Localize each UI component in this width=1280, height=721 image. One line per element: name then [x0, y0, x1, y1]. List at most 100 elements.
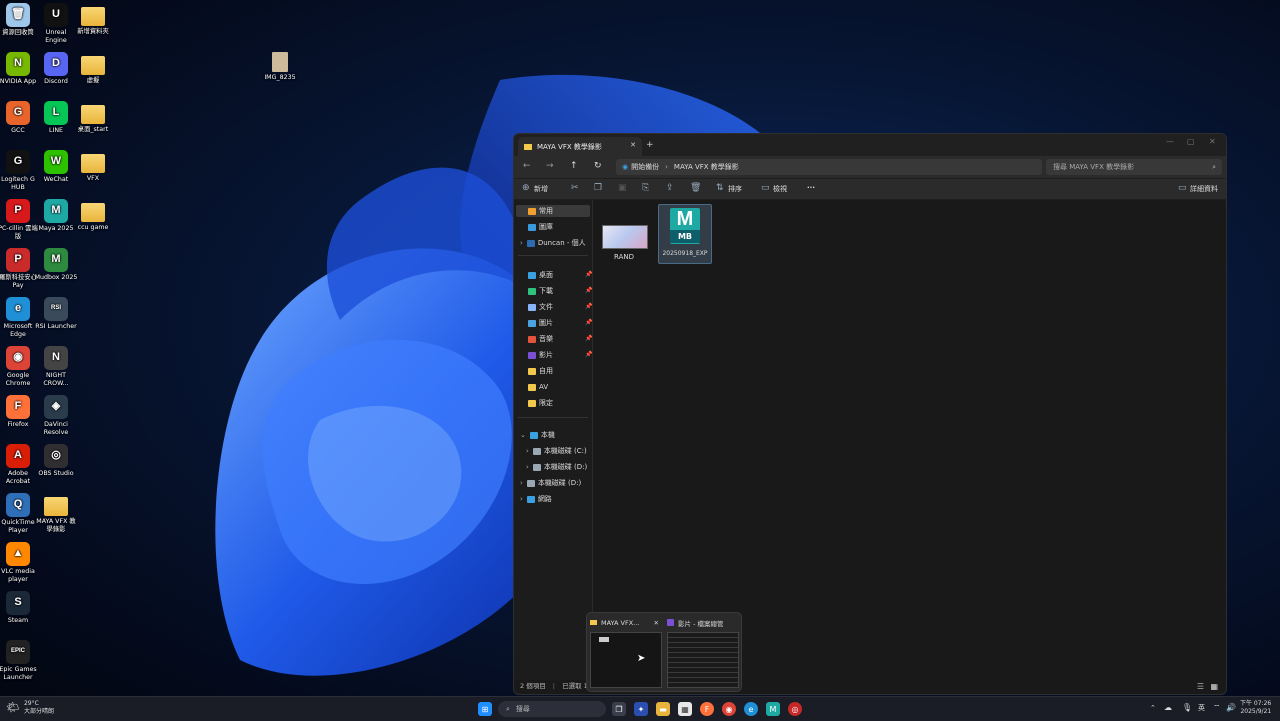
back-arrow-icon[interactable]: ← [523, 161, 531, 171]
chevron-right-icon[interactable]: › [520, 495, 523, 503]
delete-icon[interactable]: 🗑 [690, 183, 701, 193]
nav-item-11[interactable]: 限定 [520, 397, 553, 409]
nav-item-3[interactable]: 桌面 [520, 269, 553, 281]
file-item-maya[interactable]: M MB 20250918_EXP [658, 204, 712, 264]
breadcrumb-current[interactable]: MAYA VFX 教學錄影 [674, 162, 739, 172]
desktop-icon-label: Firefox [7, 421, 29, 428]
file-explorer-icon[interactable]: ▬ [656, 702, 670, 716]
clock[interactable]: 下午 07:26 2025/9/21 [1240, 700, 1271, 716]
desktop-icon-davinci-resolve[interactable]: ◈ DaVinci Resolve [34, 395, 78, 436]
nav-item-0[interactable]: 常用 [516, 205, 590, 217]
weather-widget[interactable]: 🌤 29°C 大部分晴朗 [6, 700, 54, 715]
chrome-icon[interactable]: ◉ [722, 702, 736, 716]
store-icon[interactable]: ▦ [678, 702, 692, 716]
desktop-icon-night-crow-[interactable]: N NIGHT CROW... [34, 346, 78, 387]
onedrive-icon[interactable]: ☁ [1164, 703, 1172, 712]
chevron-right-icon[interactable]: › [520, 239, 523, 247]
desktop-icon-新增資料夾[interactable]: 新增資料夾 [71, 3, 115, 36]
nav-item-4[interactable]: 下載 [520, 285, 553, 297]
details-view-icon[interactable]: ☰ [1197, 682, 1204, 691]
nav-item-6[interactable]: 圖片 [520, 317, 553, 329]
chevron-right-icon[interactable]: › [520, 479, 523, 487]
tiles-view-icon[interactable]: ▦ [1210, 682, 1218, 691]
firefox-icon[interactable]: F [700, 702, 714, 716]
tab-maya-vfx[interactable]: MAYA VFX 教學錄影 ✕ [518, 137, 642, 156]
sort-button[interactable]: 排序 [728, 184, 742, 194]
desktop-icon-steam[interactable]: S Steam [0, 591, 40, 625]
microphone-icon[interactable]: 🎙 [1182, 703, 1192, 712]
volume-icon[interactable]: 🔊 [1226, 703, 1236, 712]
desktop-icon-obs-studio[interactable]: ◎ OBS Studio [34, 444, 78, 478]
desktop-icon-epic-games-launcher[interactable]: EPIC Epic Games Launcher [0, 640, 40, 681]
close-window-icon[interactable]: ✕ [1209, 137, 1216, 146]
more-options-button[interactable]: ··· [807, 184, 815, 192]
desktop-icon-vlc-media-player[interactable]: ▲ VLC media player [0, 542, 40, 583]
forward-arrow-icon[interactable]: → [546, 161, 554, 171]
nav-item-1[interactable]: 圖庫 [520, 221, 553, 233]
desktop-icon-虛擬[interactable]: 虛擬 [71, 52, 115, 85]
desktop-icon-ccu-game[interactable]: ccu game [71, 199, 115, 232]
nav-item-7[interactable]: 音樂 [520, 333, 553, 345]
pin-icon[interactable]: 📌 [585, 271, 592, 278]
copy-icon[interactable]: ❐ [594, 183, 602, 193]
details-button[interactable]: 詳細資料 [1190, 184, 1218, 194]
edge-icon[interactable]: e [744, 702, 758, 716]
cut-icon[interactable]: ✂ [571, 183, 579, 193]
preview-maya-vfx[interactable]: MAYA VFX... ✕ ➤ [590, 616, 662, 688]
app-icon[interactable]: ◎ [788, 702, 802, 716]
wifi-icon[interactable]: ⌔ [1213, 703, 1221, 713]
breadcrumb-separator: › [665, 163, 668, 171]
preview-videos[interactable]: 影片 - 檔案總管 [667, 616, 739, 688]
maya-icon[interactable]: M [766, 702, 780, 716]
breadcrumb-root[interactable]: 開始備份 [631, 162, 659, 172]
desktop-icon-maya-vfx-教學錄影[interactable]: MAYA VFX 教學錄影 [34, 493, 78, 533]
paste-icon[interactable]: ▣ [618, 183, 627, 193]
maximize-icon[interactable]: ▢ [1187, 137, 1195, 146]
nav-item-12[interactable]: ⌄ 本機 [520, 429, 555, 441]
nav-item-14[interactable]: › 本機磁碟 (D:) [526, 461, 587, 473]
nav-item-8[interactable]: 影片 [520, 349, 553, 361]
pin-icon[interactable]: 📌 [585, 287, 592, 294]
view-button[interactable]: 檢視 [773, 184, 787, 194]
up-arrow-icon[interactable]: ↑ [570, 161, 578, 171]
search-input[interactable]: 搜尋 MAYA VFX 教學錄影 [1053, 162, 1134, 172]
nav-item-13[interactable]: › 本機磁碟 (C:) [526, 445, 587, 457]
chevron-right-icon[interactable]: › [526, 463, 529, 471]
search-box[interactable]: 搜尋 MAYA VFX 教學錄影 ⌕ [1046, 159, 1222, 175]
chevron-down-icon[interactable]: ⌄ [520, 431, 526, 439]
desktop-icon-桌面-start[interactable]: 桌面_start [71, 101, 115, 134]
chevron-right-icon[interactable]: › [526, 447, 529, 455]
pin-icon[interactable]: 📌 [585, 319, 592, 326]
address-bar[interactable]: ◉ 開始備份 › MAYA VFX 教學錄影 [616, 159, 1042, 175]
task-view-icon[interactable]: ❐ [612, 702, 626, 716]
rename-icon[interactable]: ⎘ [642, 183, 649, 193]
desktop-file-img-8235[interactable]: IMG_8235 [258, 52, 302, 82]
nav-item-5[interactable]: 文件 [520, 301, 553, 313]
minimize-icon[interactable]: — [1166, 137, 1174, 146]
refresh-icon[interactable]: ↻ [594, 161, 602, 171]
taskbar-search-input[interactable]: 搜尋 [516, 704, 530, 714]
nav-item-2[interactable]: › Duncan - 個人 [520, 237, 586, 249]
copilot-icon[interactable]: ✦ [634, 702, 648, 716]
nav-item-10[interactable]: AV [520, 381, 548, 393]
nav-item-15[interactable]: › 本機磁碟 (D:) [520, 477, 581, 489]
pin-icon[interactable]: 📌 [585, 303, 592, 310]
pin-icon[interactable]: 📌 [585, 335, 592, 342]
tab-close-icon[interactable]: ✕ [630, 141, 636, 149]
desktop-icon-rsi-launcher[interactable]: RSI RSI Launcher [34, 297, 78, 331]
file-explorer-window[interactable]: MAYA VFX 教學錄影 ✕ + — ▢ ✕ ← → ↑ ↻ ◉ 開始備份 ›… [513, 133, 1227, 695]
start-button[interactable]: ⊞ [478, 702, 492, 716]
taskbar-search[interactable]: ⌕ 搜尋 [498, 701, 606, 717]
nav-item-9[interactable]: 自用 [520, 365, 553, 377]
nav-item-16[interactable]: › 網路 [520, 493, 552, 505]
desktop-icon-mudbox-2025[interactable]: M Mudbox 2025 [34, 248, 78, 282]
new-button[interactable]: 新增 [534, 184, 548, 194]
new-tab-button[interactable]: + [646, 140, 654, 150]
file-item-rand[interactable]: RAND [602, 225, 648, 261]
share-icon[interactable]: ⇪ [666, 183, 674, 193]
chevron-up-icon[interactable]: ⌃ [1150, 704, 1156, 712]
desktop-icon-vfx[interactable]: VFX [71, 150, 115, 183]
preview-close-icon[interactable]: ✕ [654, 619, 659, 627]
input-language[interactable]: 英 [1198, 703, 1205, 713]
pin-icon[interactable]: 📌 [585, 351, 592, 358]
